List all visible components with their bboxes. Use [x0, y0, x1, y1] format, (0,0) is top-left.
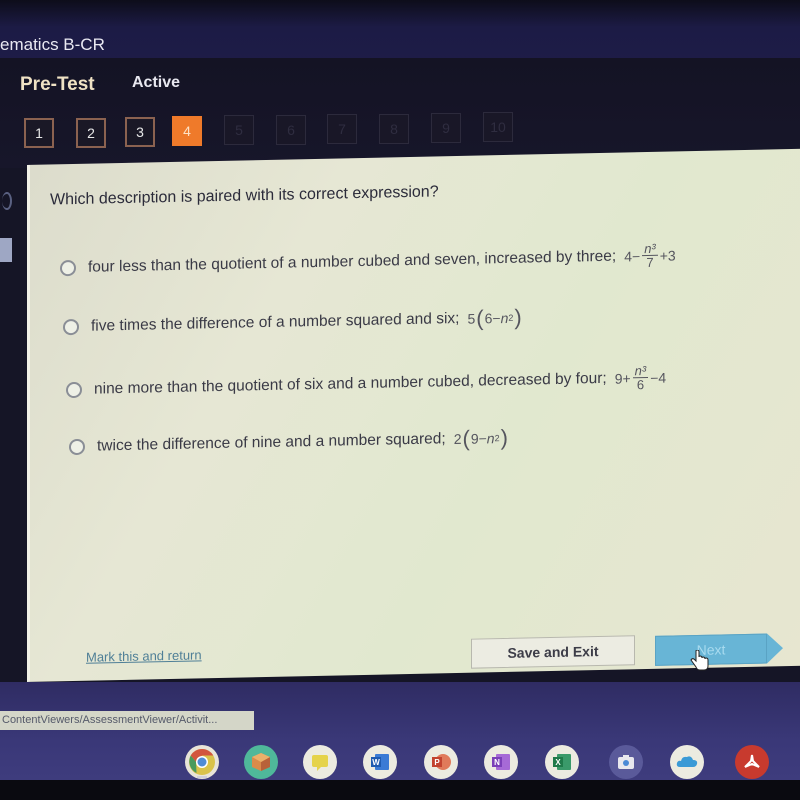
- denominator: 6: [636, 377, 645, 393]
- choice-text: five times the difference of a number sq…: [91, 309, 460, 335]
- svg-text:W: W: [372, 758, 380, 767]
- exponent: 2: [508, 312, 514, 323]
- question-8-button: 8: [379, 114, 409, 144]
- question-5-button: 5: [224, 115, 254, 145]
- choice-text: four less than the quotient of a number …: [88, 247, 617, 276]
- radio-button[interactable]: [69, 438, 85, 456]
- fraction: n³ 7: [642, 241, 658, 271]
- shelf-app-excel[interactable]: X: [545, 745, 579, 779]
- exponent: 2: [494, 433, 500, 444]
- save-and-exit-button[interactable]: Save and Exit: [471, 635, 635, 669]
- question-3-button[interactable]: 3: [125, 117, 155, 147]
- open-paren: (: [476, 305, 484, 331]
- next-button[interactable]: Next: [655, 633, 767, 666]
- shelf-app-onenote[interactable]: N: [484, 745, 518, 779]
- choice-expression: 5(6− n 2): [467, 304, 522, 331]
- excel-icon: X: [553, 754, 571, 770]
- question-6-button: 6: [276, 115, 306, 145]
- cloud-icon: [676, 756, 698, 767]
- variable: n: [486, 430, 495, 447]
- expr-part: 5: [467, 310, 476, 327]
- question-1-button[interactable]: 1: [24, 118, 54, 148]
- answer-choice-3[interactable]: nine more than the quotient of six and a…: [66, 363, 667, 405]
- side-tab[interactable]: [0, 238, 12, 262]
- shelf-app-chrome[interactable]: [185, 745, 219, 779]
- expr-part: 4−: [624, 248, 641, 265]
- answer-choice-1[interactable]: four less than the quotient of a number …: [60, 241, 676, 282]
- shelf-app-box[interactable]: [244, 745, 278, 779]
- test-status: Active: [132, 74, 181, 91]
- radio-button[interactable]: [63, 318, 79, 336]
- question-7-button: 7: [327, 114, 357, 144]
- powerpoint-icon: P: [432, 754, 451, 770]
- expr-part: 9−: [470, 430, 487, 447]
- variable: n: [500, 309, 509, 327]
- chrome-icon: [189, 748, 215, 775]
- status-url: ContentViewers/AssessmentViewer/Activit.…: [0, 711, 254, 730]
- choice-expression: 2(9− n 2): [453, 424, 509, 451]
- open-paren: (: [462, 425, 470, 451]
- shelf-app-powerpoint[interactable]: P: [424, 745, 458, 779]
- expr-part: 9+: [614, 370, 631, 387]
- answer-choice-2[interactable]: five times the difference of a number sq…: [63, 304, 523, 339]
- shelf-app-word[interactable]: W: [363, 745, 397, 779]
- test-name: Pre-Test: [20, 74, 95, 95]
- choice-expression: 9+ n³ 6 −4: [614, 363, 667, 393]
- radio-button[interactable]: [60, 259, 76, 277]
- denominator: 7: [646, 254, 654, 271]
- camera-icon: [618, 755, 634, 769]
- shelf-app-camera[interactable]: [609, 745, 643, 779]
- question-9-button: 9: [431, 113, 461, 143]
- course-title: ematics B-CR: [0, 35, 105, 54]
- fraction: n³ 6: [632, 363, 649, 393]
- cube-icon: [252, 753, 270, 771]
- svg-text:P: P: [434, 758, 440, 767]
- svg-text:N: N: [494, 758, 500, 767]
- close-paren: ): [500, 424, 508, 451]
- screen-bezel: [0, 780, 800, 800]
- close-paren: ): [514, 304, 522, 330]
- shelf-app-onedrive[interactable]: [670, 745, 704, 779]
- side-tool-icon[interactable]: [2, 192, 12, 210]
- next-button-arrow[interactable]: [767, 633, 783, 664]
- active-app-indicator: [197, 776, 207, 778]
- acrobat-icon: [744, 754, 760, 768]
- radio-button[interactable]: [66, 381, 82, 399]
- expr-part: 6−: [484, 310, 501, 327]
- answer-choice-4[interactable]: twice the difference of nine and a numbe…: [69, 424, 509, 458]
- mark-and-return-link[interactable]: Mark this and return: [86, 647, 202, 664]
- shelf-app-acrobat[interactable]: [735, 745, 769, 779]
- question-10-button: 10: [483, 112, 513, 142]
- choice-text: nine more than the quotient of six and a…: [94, 369, 607, 398]
- question-2-button[interactable]: 2: [76, 118, 106, 148]
- question-4-button[interactable]: 4: [172, 116, 202, 146]
- shelf-app-keep[interactable]: [303, 745, 337, 779]
- expr-part: +3: [659, 247, 676, 264]
- note-icon: [312, 755, 328, 771]
- svg-text:X: X: [555, 758, 561, 767]
- question-panel: Which description is paired with its cor…: [27, 148, 800, 682]
- onenote-icon: N: [492, 754, 510, 770]
- choice-text: twice the difference of nine and a numbe…: [97, 430, 446, 455]
- choice-expression: 4− n³ 7 +3: [624, 241, 676, 270]
- expr-part: 2: [453, 430, 462, 448]
- hand-cursor-icon: [690, 650, 709, 671]
- word-icon: W: [371, 754, 389, 770]
- question-prompt: Which description is paired with its cor…: [50, 183, 439, 209]
- expr-part: −4: [650, 369, 667, 386]
